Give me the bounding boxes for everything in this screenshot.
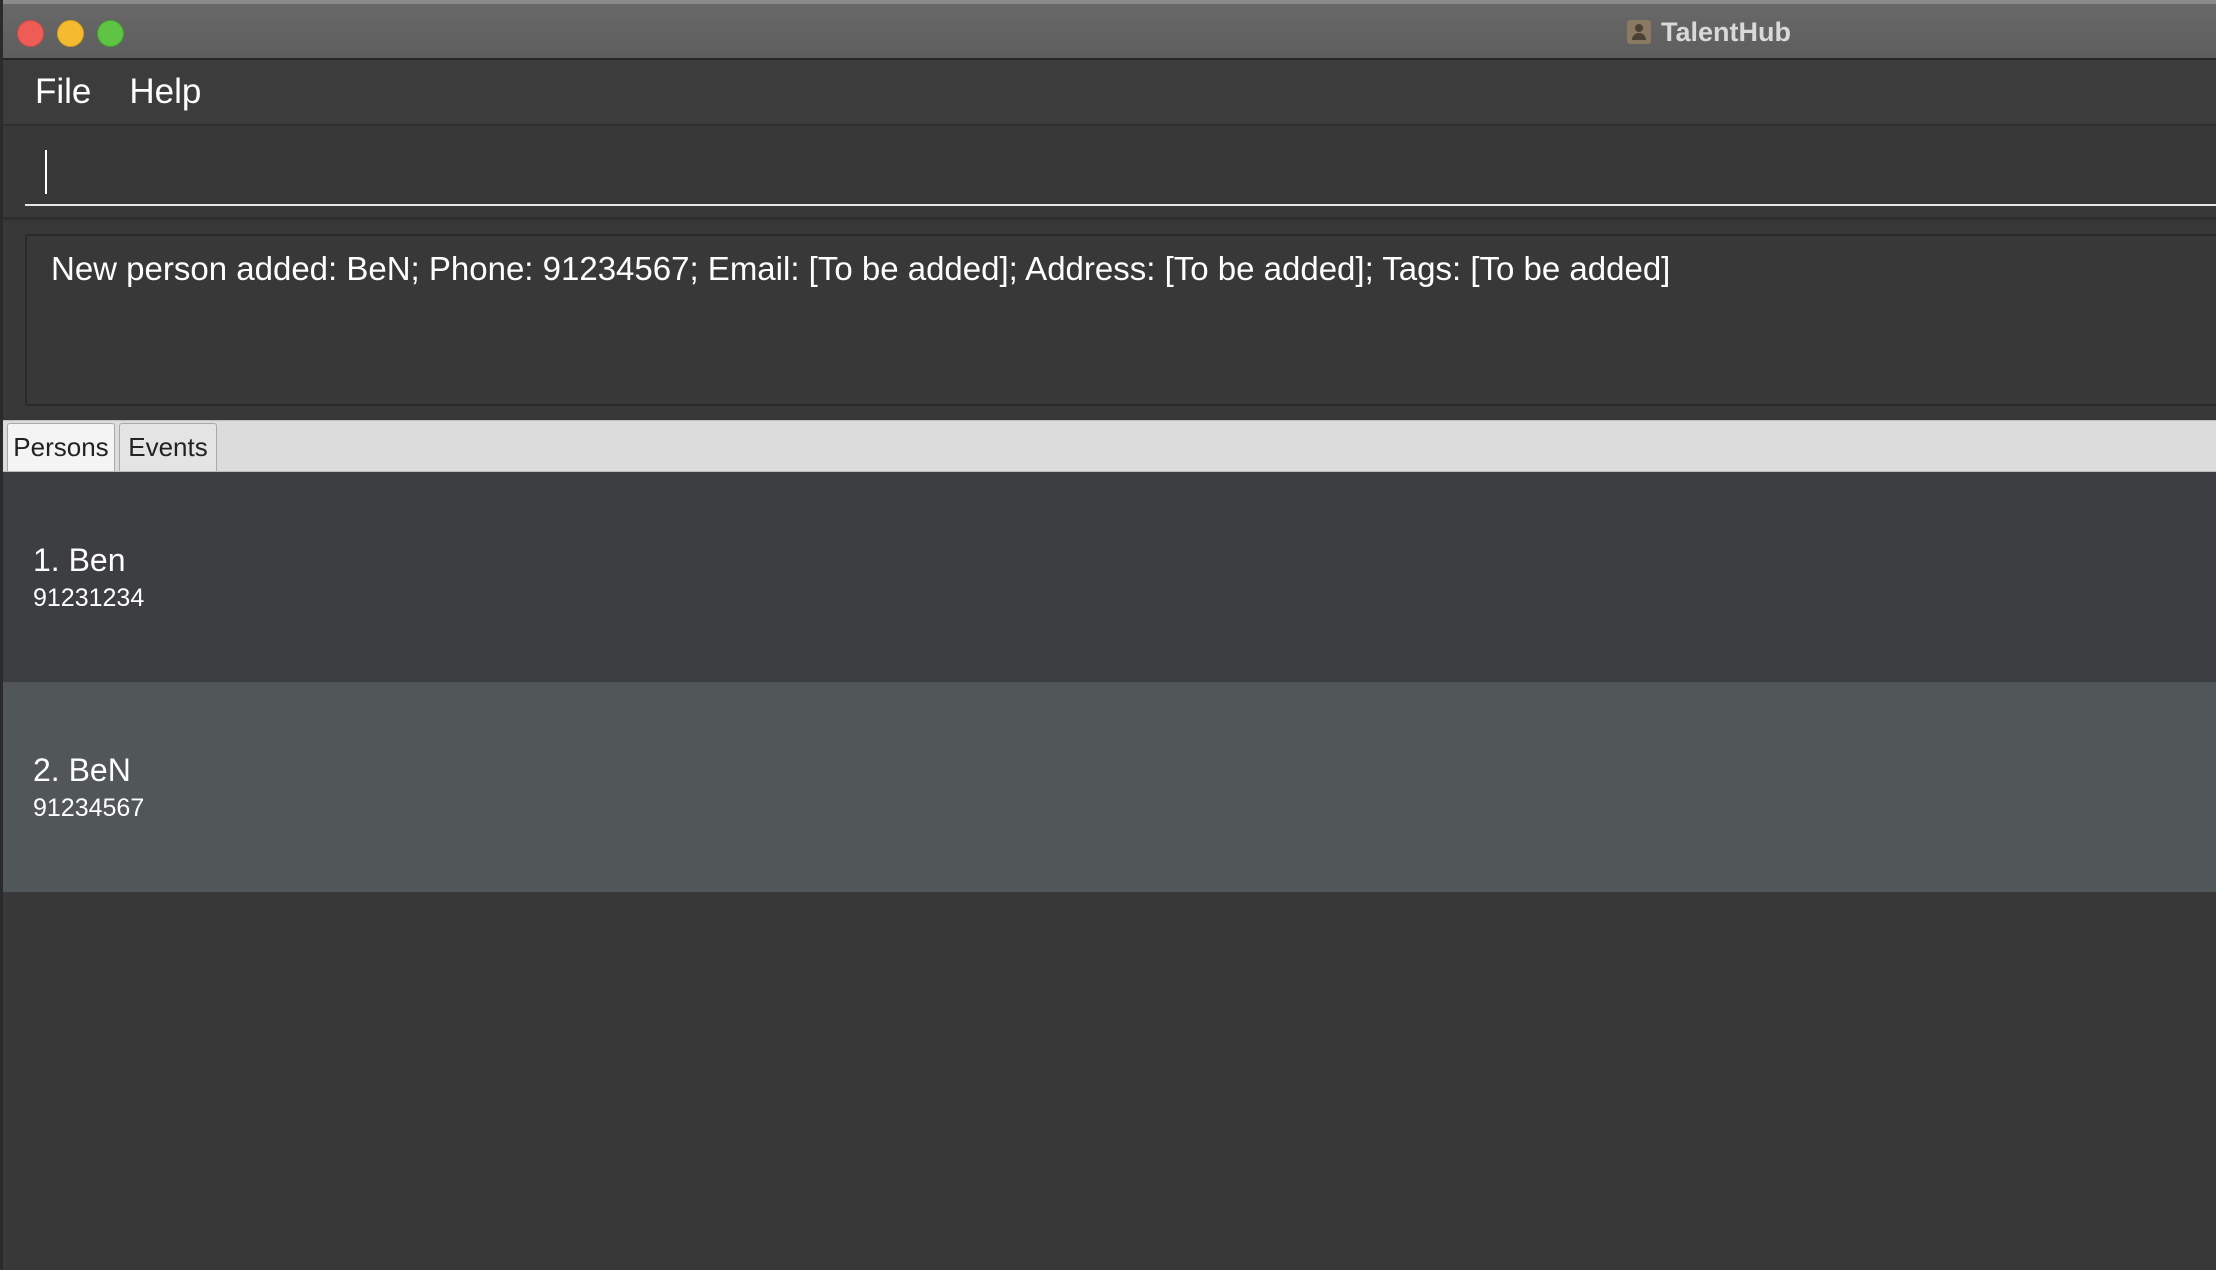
menu-file[interactable]: File (35, 72, 91, 112)
person-card[interactable]: 1. Ben 91231234 (3, 472, 2216, 682)
person-phone: 91231234 (33, 584, 145, 612)
window-title: TalentHub (1661, 16, 1791, 47)
close-window-button[interactable] (17, 20, 44, 47)
menu-bar: File Help (3, 60, 2216, 126)
command-box (3, 126, 2216, 220)
result-display-area: New person added: BeN; Phone: 91234567; … (3, 220, 2216, 420)
person-name: 2. BeN (33, 752, 131, 788)
title-bar[interactable]: TalentHub (3, 0, 2216, 60)
command-input[interactable] (25, 140, 2216, 206)
text-caret (45, 150, 47, 194)
tab-bar: Persons Events (3, 420, 2216, 472)
maximize-window-button[interactable] (97, 20, 124, 47)
tab-persons[interactable]: Persons (7, 423, 115, 471)
person-phone: 91234567 (33, 794, 145, 822)
person-list[interactable]: 1. Ben 91231234 2. BeN 91234567 (3, 472, 2216, 1270)
app-window: TalentHub File Help New person added: Be… (0, 0, 2216, 1270)
result-message: New person added: BeN; Phone: 91234567; … (51, 250, 1671, 287)
person-name: 1. Ben (33, 542, 126, 578)
menu-help[interactable]: Help (129, 72, 201, 112)
window-title-group: TalentHub (1627, 14, 1791, 50)
person-icon (1627, 20, 1651, 44)
person-card-selected[interactable]: 2. BeN 91234567 (3, 682, 2216, 892)
minimize-window-button[interactable] (57, 20, 84, 47)
result-display[interactable]: New person added: BeN; Phone: 91234567; … (25, 234, 2216, 406)
tab-events[interactable]: Events (119, 423, 217, 471)
